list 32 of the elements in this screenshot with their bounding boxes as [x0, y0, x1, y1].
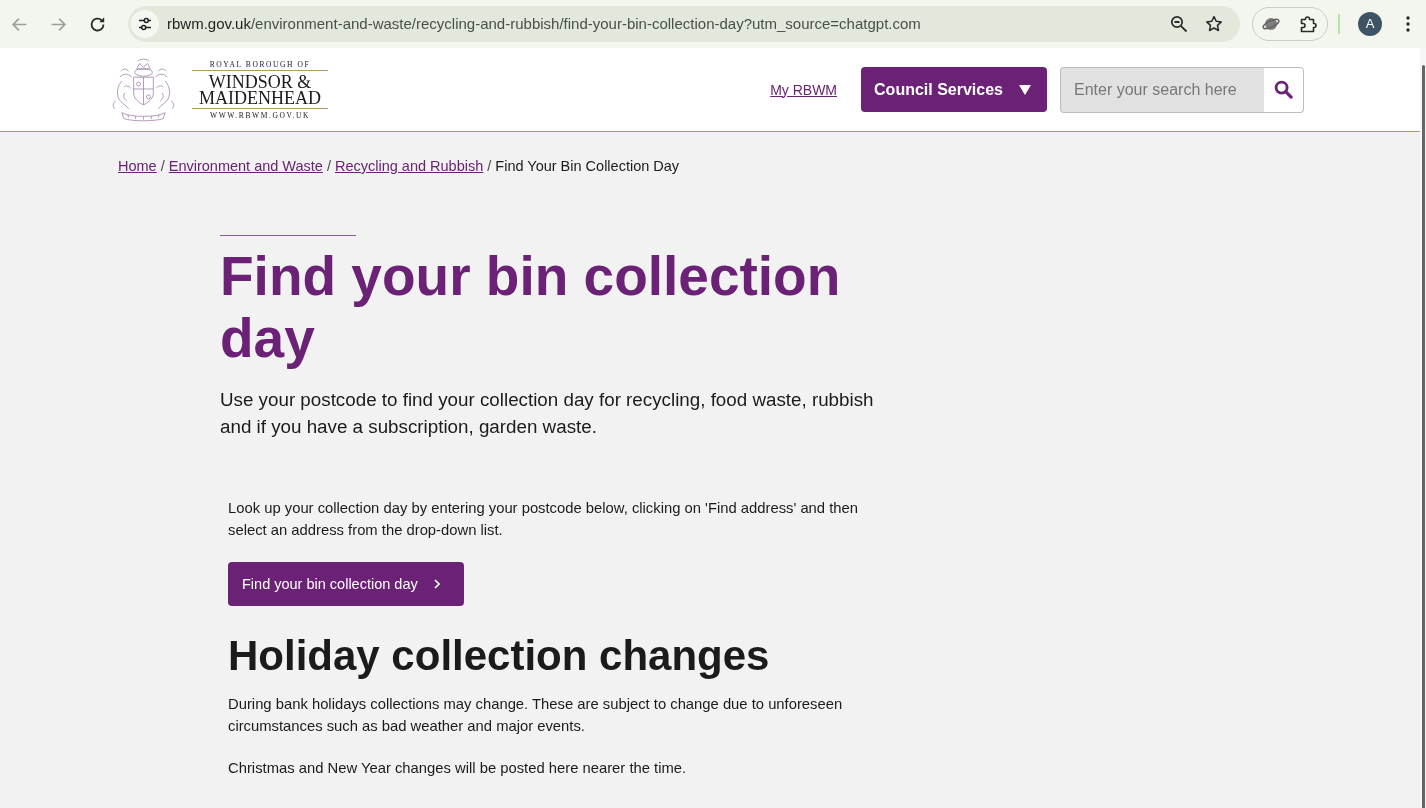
section-heading: Holiday collection changes	[228, 631, 771, 681]
planet-icon[interactable]	[1262, 15, 1280, 33]
chevron-right-icon	[433, 579, 440, 589]
breadcrumb-link[interactable]: Environment and Waste	[168, 156, 323, 176]
breadcrumb-separator: /	[326, 157, 331, 176]
body-text: During bank holidays collections may change. These are subject to change due to unforeseen circumstances such as bad weather and major events.	[228, 695, 844, 736]
breadcrumb-separator: /	[160, 157, 165, 176]
council-services-button[interactable]: Council Services	[861, 67, 1047, 112]
find-collection-button[interactable]: Find your bin collection day	[228, 562, 464, 606]
logo-text: MAIDENHEAD	[198, 89, 322, 106]
page-title: Find your bin collection day	[220, 245, 842, 369]
caret-icon	[1019, 84, 1031, 95]
address-bar[interactable]: rbwm.gov.uk/environment-and-waste/recycling-and-rubbish/find-your-bin-collection-day?utm_source=chatgpt.com	[128, 6, 1240, 42]
zoom-out-icon[interactable]	[1170, 15, 1188, 33]
star-icon[interactable]	[1205, 15, 1223, 33]
menu-icon[interactable]	[1406, 16, 1410, 32]
site-settings-icon[interactable]	[131, 10, 159, 38]
breadcrumb-link[interactable]: Home	[118, 156, 157, 176]
body-text: Christmas and New Year changes will be posted here nearer the time.	[228, 759, 688, 778]
breadcrumb-separator: /	[487, 157, 492, 176]
logo-text: WINDSOR &	[208, 73, 312, 90]
breadcrumb-current: Find Your Bin Collection Day	[495, 157, 680, 176]
account-link[interactable]: My RBWM	[770, 81, 838, 98]
reload-icon[interactable]	[89, 15, 106, 33]
scrollbar[interactable]	[1420, 48, 1426, 808]
url-text: rbwm.gov.uk/environment-and-waste/recycling-and-rubbish/find-your-bin-collection-day?utm_source=chatgpt.com	[167, 14, 922, 34]
intro-text: Use your postcode to find your collection day for recycling, food waste, rubbish and if you have a subscription, garden waste.	[220, 388, 875, 439]
breadcrumb-link[interactable]: Recycling and Rubbish	[334, 156, 484, 176]
profile-avatar[interactable]: A	[1358, 12, 1382, 36]
body-text: Look up your collection day by entering your postcode below, clicking on 'Find address' and then select an address from the drop-down list.	[228, 499, 859, 540]
scrollbar-thumb[interactable]	[1421, 65, 1425, 808]
puzzle-icon[interactable]	[1299, 15, 1317, 33]
